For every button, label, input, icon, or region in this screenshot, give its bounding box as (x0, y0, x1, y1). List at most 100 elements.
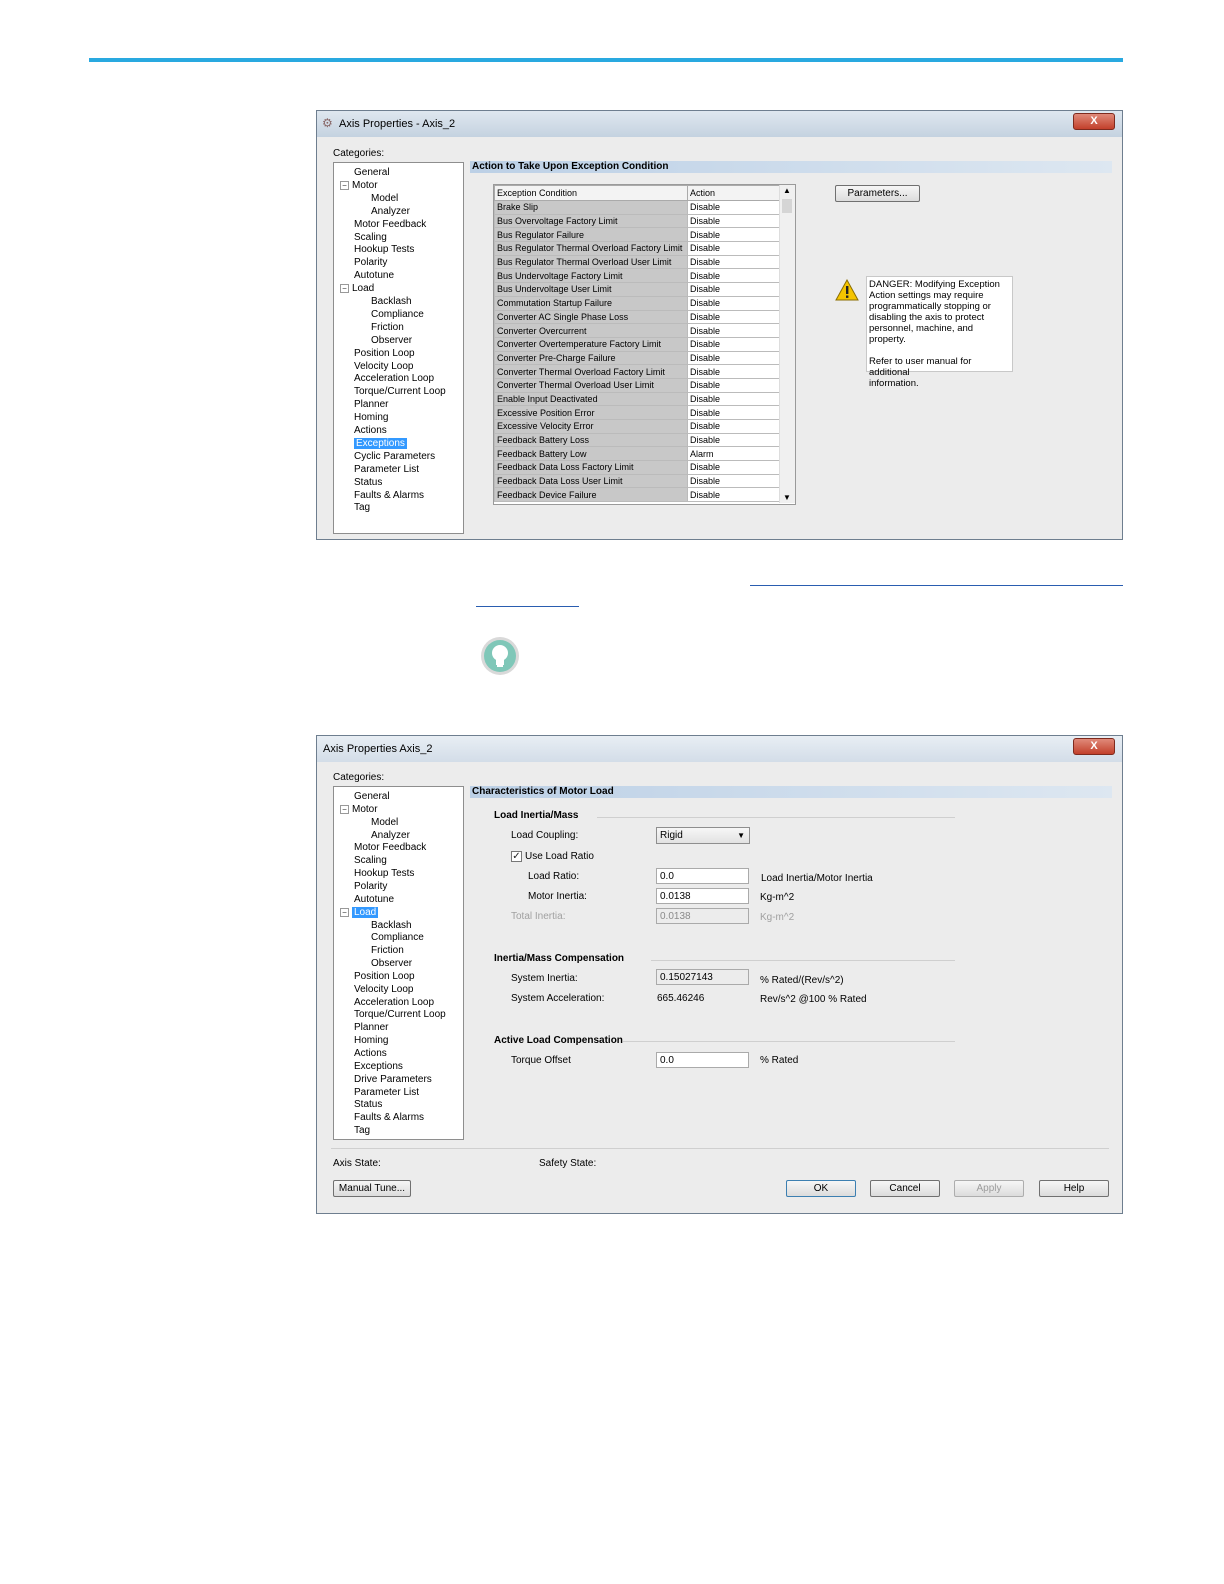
tree-item-actions[interactable]: Actions (354, 425, 387, 437)
tree-item-drive-parameters[interactable]: Drive Parameters (354, 1074, 432, 1086)
table-row[interactable]: Brake SlipDisable⌄ (494, 200, 795, 215)
tree-item-motor[interactable]: − Motor (340, 180, 378, 192)
tree-item-backlash[interactable]: Backlash (371, 296, 412, 308)
column-header-condition[interactable]: Exception Condition (494, 185, 688, 201)
tree-item-planner[interactable]: Planner (354, 399, 388, 411)
table-row[interactable]: Converter Pre-Charge FailureDisable⌄ (494, 350, 795, 366)
table-row[interactable]: Converter Thermal Overload User Limit Dis… (494, 377, 795, 393)
tree-item-exceptions[interactable]: Exceptions (354, 437, 407, 450)
tree-item-autotune[interactable]: Autotune (354, 894, 394, 906)
tree-item-compliance[interactable]: Compliance (371, 309, 424, 321)
tree-item-scaling[interactable]: Scaling (354, 855, 387, 867)
table-row[interactable]: Excessive Position ErrorDisable⌄ (494, 405, 795, 420)
hyperlink-underline[interactable] (750, 585, 1123, 586)
tree-item-homing[interactable]: Homing (354, 412, 388, 424)
cancel-button[interactable]: Cancel (870, 1180, 940, 1197)
tree-item-acceleration-loop[interactable]: Acceleration Loop (354, 373, 434, 385)
table-row[interactable]: Bus Undervoltage Factory LimitDisable⌄ (494, 268, 795, 284)
tree-item-observer[interactable]: Observer (371, 335, 412, 347)
tree-item-motor-feedback[interactable]: Motor Feedback (354, 842, 426, 854)
table-row[interactable]: Bus Regulator FailureDisable⌄ (494, 227, 795, 243)
tree-item-scaling[interactable]: Scaling (354, 232, 387, 244)
table-row[interactable]: Enable Input DeactivatedDisable⌄ (494, 391, 795, 407)
table-row[interactable]: Feedback Battery LowAlarm⌄ (494, 446, 795, 462)
tree-item-friction[interactable]: Friction (371, 322, 404, 334)
scroll-down-icon[interactable]: ▼ (783, 493, 791, 502)
tree-item-velocity-loop[interactable]: Velocity Loop (354, 361, 414, 373)
table-row[interactable]: Bus Overvoltage Factory LimitDisable⌄ (494, 213, 795, 229)
tree-item-tag[interactable]: Tag (354, 502, 370, 514)
tree-item-observer[interactable]: Observer (371, 958, 412, 970)
tree-item-acceleration-loop[interactable]: Acceleration Loop (354, 997, 434, 1009)
tree-item-backlash[interactable]: Backlash (371, 920, 412, 932)
tree-item-general[interactable]: General (354, 167, 390, 179)
ok-button[interactable]: OK (786, 1180, 856, 1197)
categories-tree[interactable]: General − Motor Model Analyzer Motor Feedback… (333, 162, 464, 534)
hyperlink-underline-continued[interactable] (476, 606, 579, 607)
exception-grid[interactable]: Exception Condition Action Brake Slip Dis… (493, 184, 796, 505)
tree-item-compliance[interactable]: Compliance (371, 932, 424, 944)
tree-item-position-loop[interactable]: Position Loop (354, 971, 415, 983)
tree-item-friction[interactable]: Friction (371, 945, 404, 957)
tree-item-parameter-list[interactable]: Parameter List (354, 1087, 419, 1099)
torque-offset-field[interactable]: 0.0 (656, 1052, 749, 1068)
table-row[interactable]: Excessive Velocity ErrorDisable⌄ (494, 419, 795, 434)
table-row[interactable]: Feedback Data Loss User LimitDisable⌄ (494, 473, 795, 489)
close-button[interactable]: X (1073, 113, 1115, 130)
tree-item-exceptions[interactable]: Exceptions (354, 1061, 403, 1073)
tree-item-tag[interactable]: Tag (354, 1125, 370, 1137)
table-row[interactable]: Converter OvercurrentDisable⌄ (494, 323, 795, 338)
collapse-toggle-icon[interactable]: − (340, 804, 349, 814)
tree-item-torque-current-loop[interactable]: Torque/Current Loop (354, 1009, 446, 1021)
tree-item-load[interactable]: − Load (340, 906, 379, 919)
grid-scrollbar[interactable]: ▲ ▼ (779, 185, 795, 503)
tree-item-homing[interactable]: Homing (354, 1035, 388, 1047)
tree-item-autotune[interactable]: Autotune (354, 270, 394, 282)
table-row[interactable]: Bus Undervoltage User LimitDisable⌄ (494, 282, 795, 297)
tree-item-analyzer[interactable]: Analyzer (371, 206, 410, 218)
tree-item-general[interactable]: General (354, 791, 390, 803)
collapse-toggle-icon[interactable]: − (340, 283, 349, 293)
load-coupling-select[interactable]: Rigid ▼ (656, 827, 750, 844)
tree-item-faults-alarms[interactable]: Faults & Alarms (354, 490, 424, 502)
tree-item-planner[interactable]: Planner (354, 1022, 388, 1034)
tree-item-motor-feedback[interactable]: Motor Feedback (354, 219, 426, 231)
tree-item-faults-alarms[interactable]: Faults & Alarms (354, 1112, 424, 1124)
table-row[interactable]: Feedback Data Loss Factory LimitDisable⌄ (494, 460, 795, 475)
table-row[interactable]: Feedback Battery LossDisable⌄ (494, 432, 795, 448)
parameters-button[interactable]: Parameters... (835, 185, 920, 202)
scroll-up-icon[interactable]: ▲ (783, 186, 791, 195)
tree-item-cyclic-parameters[interactable]: Cyclic Parameters (354, 451, 435, 463)
apply-button[interactable]: Apply (954, 1180, 1024, 1197)
tree-item-model[interactable]: Model (371, 193, 398, 205)
table-row[interactable]: Commutation Startup FailureDisable⌄ (494, 295, 795, 311)
tree-item-parameter-list[interactable]: Parameter List (354, 464, 419, 476)
scroll-thumb[interactable] (782, 199, 792, 213)
close-button[interactable]: X (1073, 738, 1115, 755)
motor-inertia-field[interactable]: 0.0138 (656, 888, 749, 904)
tree-item-motor[interactable]: − Motor (340, 804, 378, 816)
use-load-ratio-checkbox[interactable]: ✓ (511, 851, 522, 862)
tree-item-hookup-tests[interactable]: Hookup Tests (354, 868, 414, 880)
categories-tree[interactable]: General − Motor Model Analyzer Motor Feedback… (333, 786, 464, 1140)
tree-item-load[interactable]: − Load (340, 283, 374, 295)
table-row[interactable]: Feedback Device FailureDisable⌄ (494, 487, 795, 503)
table-row[interactable]: Converter AC Single Phase LossDisable⌄ (494, 309, 795, 325)
tree-item-status[interactable]: Status (354, 477, 382, 489)
tree-item-analyzer[interactable]: Analyzer (371, 830, 410, 842)
tree-item-velocity-loop[interactable]: Velocity Loop (354, 984, 414, 996)
collapse-toggle-icon[interactable]: − (340, 180, 349, 190)
tree-item-actions[interactable]: Actions (354, 1048, 387, 1060)
load-ratio-field[interactable]: 0.0 (656, 868, 749, 884)
help-button[interactable]: Help (1039, 1180, 1109, 1197)
tree-item-polarity[interactable]: Polarity (354, 257, 387, 269)
collapse-toggle-icon[interactable]: − (340, 907, 349, 917)
tree-item-status[interactable]: Status (354, 1099, 382, 1111)
tree-item-hookup-tests[interactable]: Hookup Tests (354, 244, 414, 256)
table-row[interactable]: Converter Thermal Overload Factory Limit… (494, 364, 795, 379)
table-row[interactable]: Converter Overtemperature Factory Limit D… (494, 336, 795, 352)
tree-item-position-loop[interactable]: Position Loop (354, 348, 415, 360)
table-row[interactable]: Bus Regulator Thermal Overload User Limi… (494, 254, 795, 270)
tree-item-polarity[interactable]: Polarity (354, 881, 387, 893)
tree-item-torque-current-loop[interactable]: Torque/Current Loop (354, 386, 446, 398)
